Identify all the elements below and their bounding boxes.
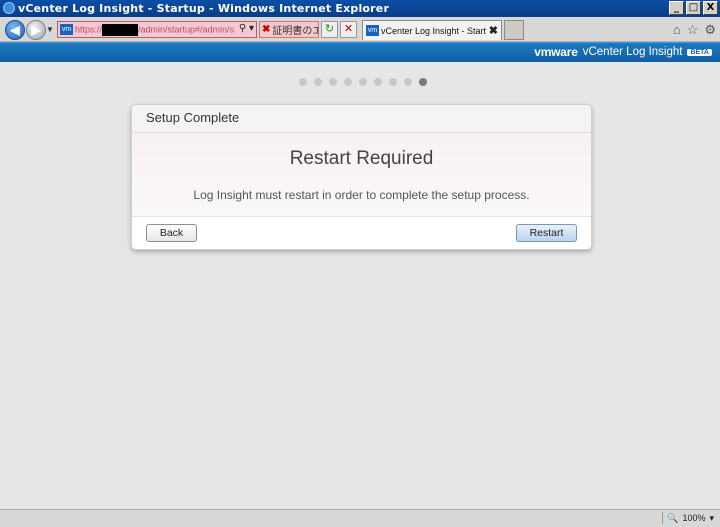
zoom-icon: 🔍 [667, 512, 679, 523]
beta-badge: BETA [687, 48, 712, 56]
dialog-title: Setup Complete [132, 105, 591, 133]
browser-tools: ⌂ ☆ ⚙ [673, 22, 716, 38]
zoom-level: 100% [682, 513, 706, 523]
tab-favicon-icon: vm [366, 25, 379, 36]
vmware-logo: vmware [534, 45, 578, 59]
forward-nav-button[interactable]: ▶ [26, 20, 46, 40]
tab-close-icon[interactable]: ✖ [489, 24, 498, 37]
dialog-heading: Restart Required [289, 148, 434, 169]
app-header: vmware vCenter Log Insight BETA [0, 42, 720, 62]
home-icon[interactable]: ⌂ [673, 22, 681, 38]
window-controls: _ □ X [669, 1, 718, 15]
product-name: vCenter Log Insight [582, 46, 683, 58]
address-path: /admin/startup#/admin/s [138, 23, 235, 34]
step-dot [374, 78, 382, 86]
step-dot [299, 78, 307, 86]
forward-arrow-icon: ▶ [31, 23, 41, 37]
minimize-button[interactable]: _ [669, 1, 684, 15]
dialog-body: Restart Required Log Insight must restar… [132, 133, 591, 217]
window-title: vCenter Log Insight - Startup - Windows … [18, 2, 390, 15]
status-bar: 🔍 100% ▾ [0, 509, 720, 527]
browser-tab[interactable]: vm vCenter Log Insight - Start... ✖ [362, 20, 502, 40]
step-dot [389, 78, 397, 86]
zoom-control[interactable]: 🔍 100% ▾ [662, 512, 714, 524]
dialog-footer: Back Restart [132, 217, 591, 249]
search-icon[interactable]: ⚲ ▾ [239, 23, 254, 34]
step-dot [419, 78, 427, 86]
cert-error-icon: ✖ [262, 24, 271, 35]
step-dot [329, 78, 337, 86]
zoom-dropdown-icon[interactable]: ▾ [709, 513, 714, 524]
maximize-button[interactable]: □ [686, 1, 701, 15]
history-dropdown-icon[interactable]: ▼ [46, 25, 54, 34]
brand-logo: vmware vCenter Log Insight BETA [534, 45, 712, 59]
step-indicator [299, 78, 427, 86]
close-window-button[interactable]: X [703, 1, 718, 15]
setup-dialog: Setup Complete Restart Required Log Insi… [131, 104, 592, 250]
refresh-button[interactable]: ↻ [321, 21, 338, 38]
address-text: https:// /admin/startup#/admin/s [75, 23, 235, 36]
back-nav-button[interactable]: ◀ [5, 20, 25, 40]
restart-button[interactable]: Restart [516, 224, 577, 242]
stop-button[interactable]: ✕ [340, 21, 357, 38]
window-title-bar: vCenter Log Insight - Startup - Windows … [0, 0, 720, 17]
address-bar[interactable]: vm https:// /admin/startup#/admin/s ⚲ ▾ [57, 21, 257, 38]
back-arrow-icon: ◀ [10, 23, 20, 37]
status-divider [662, 512, 664, 524]
gear-icon[interactable]: ⚙ [704, 22, 716, 38]
favorites-star-icon[interactable]: ☆ [687, 22, 699, 38]
step-dot [314, 78, 322, 86]
step-dot [344, 78, 352, 86]
address-prefix: https:// [75, 23, 103, 34]
redacted-host [102, 23, 139, 36]
dialog-message: Log Insight must restart in order to com… [193, 188, 530, 202]
site-favicon-icon: vm [60, 24, 73, 35]
browser-toolbar: ◀ ▶ ▼ vm https:// /admin/startup#/admin/s… [0, 17, 720, 42]
new-tab-button[interactable] [504, 20, 524, 40]
step-dot [404, 78, 412, 86]
certificate-error-button[interactable]: ✖ 証明書のエ... [259, 21, 319, 38]
back-button[interactable]: Back [146, 224, 197, 242]
cert-error-label: 証明書のエ... [272, 26, 318, 37]
tab-label: vCenter Log Insight - Start... [381, 25, 486, 36]
step-dot [359, 78, 367, 86]
ie-icon [3, 2, 15, 14]
